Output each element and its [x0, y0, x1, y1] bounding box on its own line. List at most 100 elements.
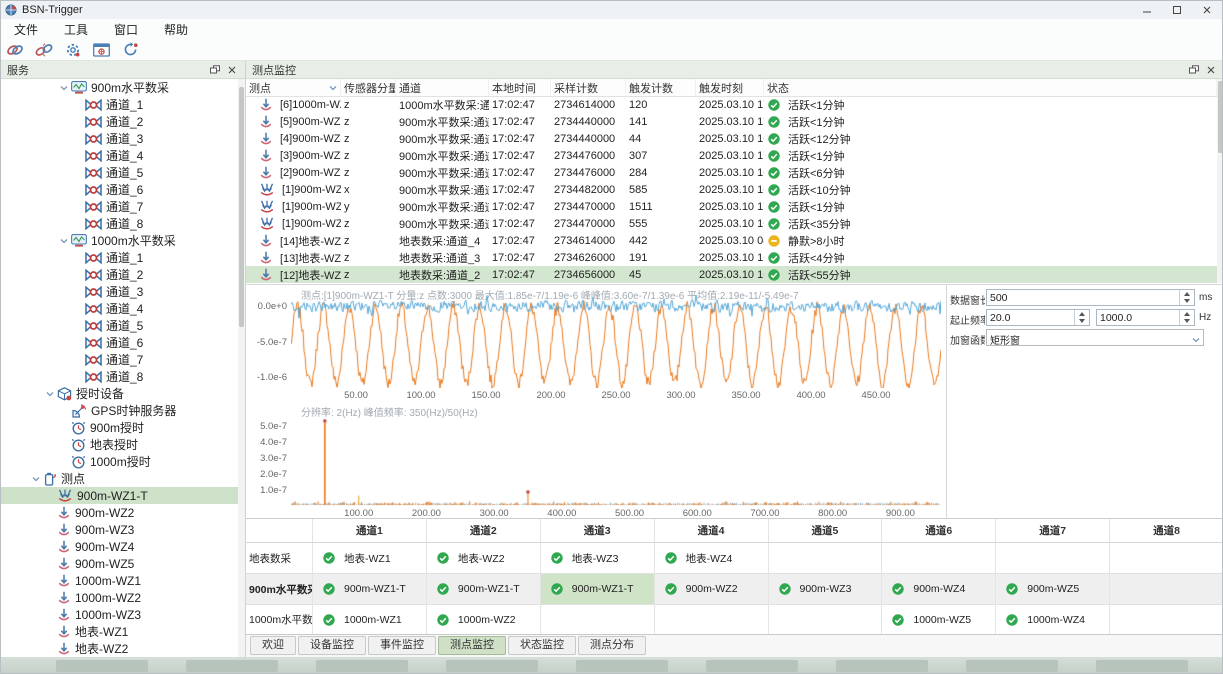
grid-cell[interactable]: 地表-WZ4 [655, 543, 769, 574]
tree-item[interactable]: 1000m授时 [1, 453, 238, 470]
taskbar-segment[interactable] [836, 660, 928, 672]
table-row[interactable]: [6]1000m-WZ1z1000m水平数采:通道_117:02:4727346… [246, 96, 1217, 113]
tab-4[interactable]: 状态监控 [508, 636, 576, 655]
table-row[interactable]: [1]900m-WZ1-Tz900m水平数采:通道_317:02:4727344… [246, 215, 1217, 232]
tree-item[interactable]: 900m授时 [1, 419, 238, 436]
tree-item[interactable]: 通道_3 [1, 283, 238, 300]
tree-item[interactable]: 通道_2 [1, 113, 238, 130]
sidebar-scrollbar-thumb[interactable] [239, 87, 244, 327]
tree-item[interactable]: 通道_4 [1, 300, 238, 317]
freq-start-input[interactable] [987, 310, 1076, 325]
tree-item[interactable]: 1000m-WZ3 [1, 606, 238, 623]
grid-cell[interactable]: 地表-WZ3 [541, 543, 655, 574]
grid-cell[interactable]: 地表-WZ1 [313, 543, 427, 574]
spin-down-icon[interactable] [1184, 319, 1190, 323]
menu-item-1[interactable]: 工具 [51, 19, 101, 40]
disconnect-button[interactable] [35, 41, 55, 59]
column-header-4[interactable]: 采样计数 [551, 79, 626, 96]
tree-item[interactable]: 通道_1 [1, 249, 238, 266]
column-header-1[interactable]: 传感器分量 [341, 79, 396, 96]
menu-item-2[interactable]: 窗口 [101, 19, 151, 40]
grid-cell[interactable]: 1000m-WZ5 [882, 605, 996, 635]
table-row[interactable]: [2]900m-WZ2z900m水平数采:通道_417:02:472734476… [246, 164, 1217, 181]
tree-item[interactable]: 900m-WZ1-T [1, 487, 238, 504]
grid-cell[interactable] [541, 605, 655, 635]
tree-item[interactable]: 地表授时 [1, 436, 238, 453]
grid-cell[interactable] [996, 543, 1110, 574]
tree-item[interactable]: 通道_3 [1, 130, 238, 147]
tree-item[interactable]: 通道_8 [1, 368, 238, 385]
tree-item[interactable]: 通道_6 [1, 181, 238, 198]
tree-item[interactable]: 900m水平数采 [1, 79, 238, 96]
grid-cell[interactable]: 900m-WZ1-T [313, 574, 427, 605]
column-header-0[interactable]: 测点 [246, 79, 341, 96]
minimize-button[interactable] [1132, 1, 1162, 19]
tab-1[interactable]: 设备监控 [298, 636, 366, 655]
grid-cell[interactable]: 900m-WZ1-T [541, 574, 655, 605]
window-length-field[interactable] [986, 289, 1195, 306]
tree-item[interactable]: 900m-WZ5 [1, 555, 238, 572]
column-header-3[interactable]: 本地时间 [489, 79, 551, 96]
taskbar-segment[interactable] [576, 660, 668, 672]
table-row[interactable]: [1]900m-WZ1-Tx900m水平数采:通道_117:02:4727344… [246, 181, 1217, 198]
tree-item[interactable]: 授时设备 [1, 385, 238, 402]
monitor-window-button[interactable] [93, 41, 113, 59]
column-header-7[interactable]: 状态 [764, 79, 1217, 96]
tree-item[interactable]: 通道_7 [1, 198, 238, 215]
column-header-2[interactable]: 通道 [396, 79, 489, 96]
tree-item[interactable]: 通道_1 [1, 96, 238, 113]
tree-item[interactable]: 900m-WZ2 [1, 504, 238, 521]
tree-item[interactable]: 通道_8 [1, 215, 238, 232]
grid-cell[interactable]: 900m-WZ4 [882, 574, 996, 605]
taskbar-segment[interactable] [966, 660, 1058, 672]
tree-item[interactable]: 通道_2 [1, 266, 238, 283]
grid-cell[interactable]: 900m-WZ2 [655, 574, 769, 605]
tree-item[interactable]: 1000m-WZ1 [1, 572, 238, 589]
spin-up-icon[interactable] [1079, 312, 1085, 316]
service-panel-close-button[interactable] [225, 63, 239, 77]
table-row[interactable]: [4]900m-WZ4z900m水平数采:通道_617:02:472734440… [246, 130, 1217, 147]
table-row[interactable]: [3]900m-WZ3z900m水平数采:通道_517:02:472734476… [246, 147, 1217, 164]
tree-item[interactable]: GPS时钟服务器 [1, 402, 238, 419]
tree-item[interactable]: 900m-WZ3 [1, 521, 238, 538]
taskbar-segment[interactable] [1096, 660, 1188, 672]
tree-item[interactable]: 900m-WZ4 [1, 538, 238, 555]
table-row[interactable]: [12]地表-WZ2z地表数采:通道_217:02:47273465600045… [246, 266, 1217, 283]
spin-up-icon[interactable] [1184, 292, 1190, 296]
grid-cell[interactable] [1110, 574, 1223, 605]
sidebar-scrollbar[interactable] [238, 79, 245, 657]
table-row[interactable]: [1]900m-WZ1-Ty900m水平数采:通道_217:02:4727344… [246, 198, 1217, 215]
taskbar-segment[interactable] [706, 660, 798, 672]
taskbar-segment[interactable] [56, 660, 148, 672]
menu-item-0[interactable]: 文件 [1, 19, 51, 40]
window-length-spinner[interactable] [1179, 290, 1194, 305]
freq-start-spinner[interactable] [1074, 310, 1089, 325]
service-panel-float-button[interactable] [208, 63, 222, 77]
grid-cell[interactable] [1110, 605, 1223, 635]
grid-cell[interactable]: 900m-WZ1-T [427, 574, 541, 605]
grid-cell[interactable]: 900m-WZ3 [769, 574, 883, 605]
freq-end-input[interactable] [1097, 310, 1181, 325]
taskbar-segment[interactable] [186, 660, 278, 672]
tree-item[interactable]: 通道_4 [1, 147, 238, 164]
tab-2[interactable]: 事件监控 [368, 636, 436, 655]
grid-cell[interactable]: 900m-WZ5 [996, 574, 1110, 605]
refresh-button[interactable] [122, 41, 142, 59]
window-func-select[interactable]: 矩形窗 [986, 329, 1204, 346]
spin-down-icon[interactable] [1079, 319, 1085, 323]
tree-item[interactable]: 地表-WZ1 [1, 623, 238, 640]
monitor-panel-float-button[interactable] [1187, 63, 1201, 77]
menu-item-3[interactable]: 帮助 [151, 19, 201, 40]
connect-button[interactable] [6, 41, 26, 59]
table-row[interactable]: [5]900m-WZ5z900m水平数采:通道_717:02:472734440… [246, 113, 1217, 130]
grid-cell[interactable]: 1000m-WZ4 [996, 605, 1110, 635]
grid-cell[interactable] [655, 605, 769, 635]
table-row[interactable]: [14]地表-WZ4z地表数采:通道_417:02:47273461400044… [246, 232, 1217, 249]
sort-chevron-icon[interactable] [329, 82, 337, 94]
close-button[interactable] [1192, 1, 1222, 19]
tab-0[interactable]: 欢迎 [250, 636, 296, 655]
tab-5[interactable]: 测点分布 [578, 636, 646, 655]
freq-start-field[interactable] [986, 309, 1090, 326]
tree-item[interactable]: 1000m水平数采 [1, 232, 238, 249]
monitor-panel-close-button[interactable] [1204, 63, 1218, 77]
